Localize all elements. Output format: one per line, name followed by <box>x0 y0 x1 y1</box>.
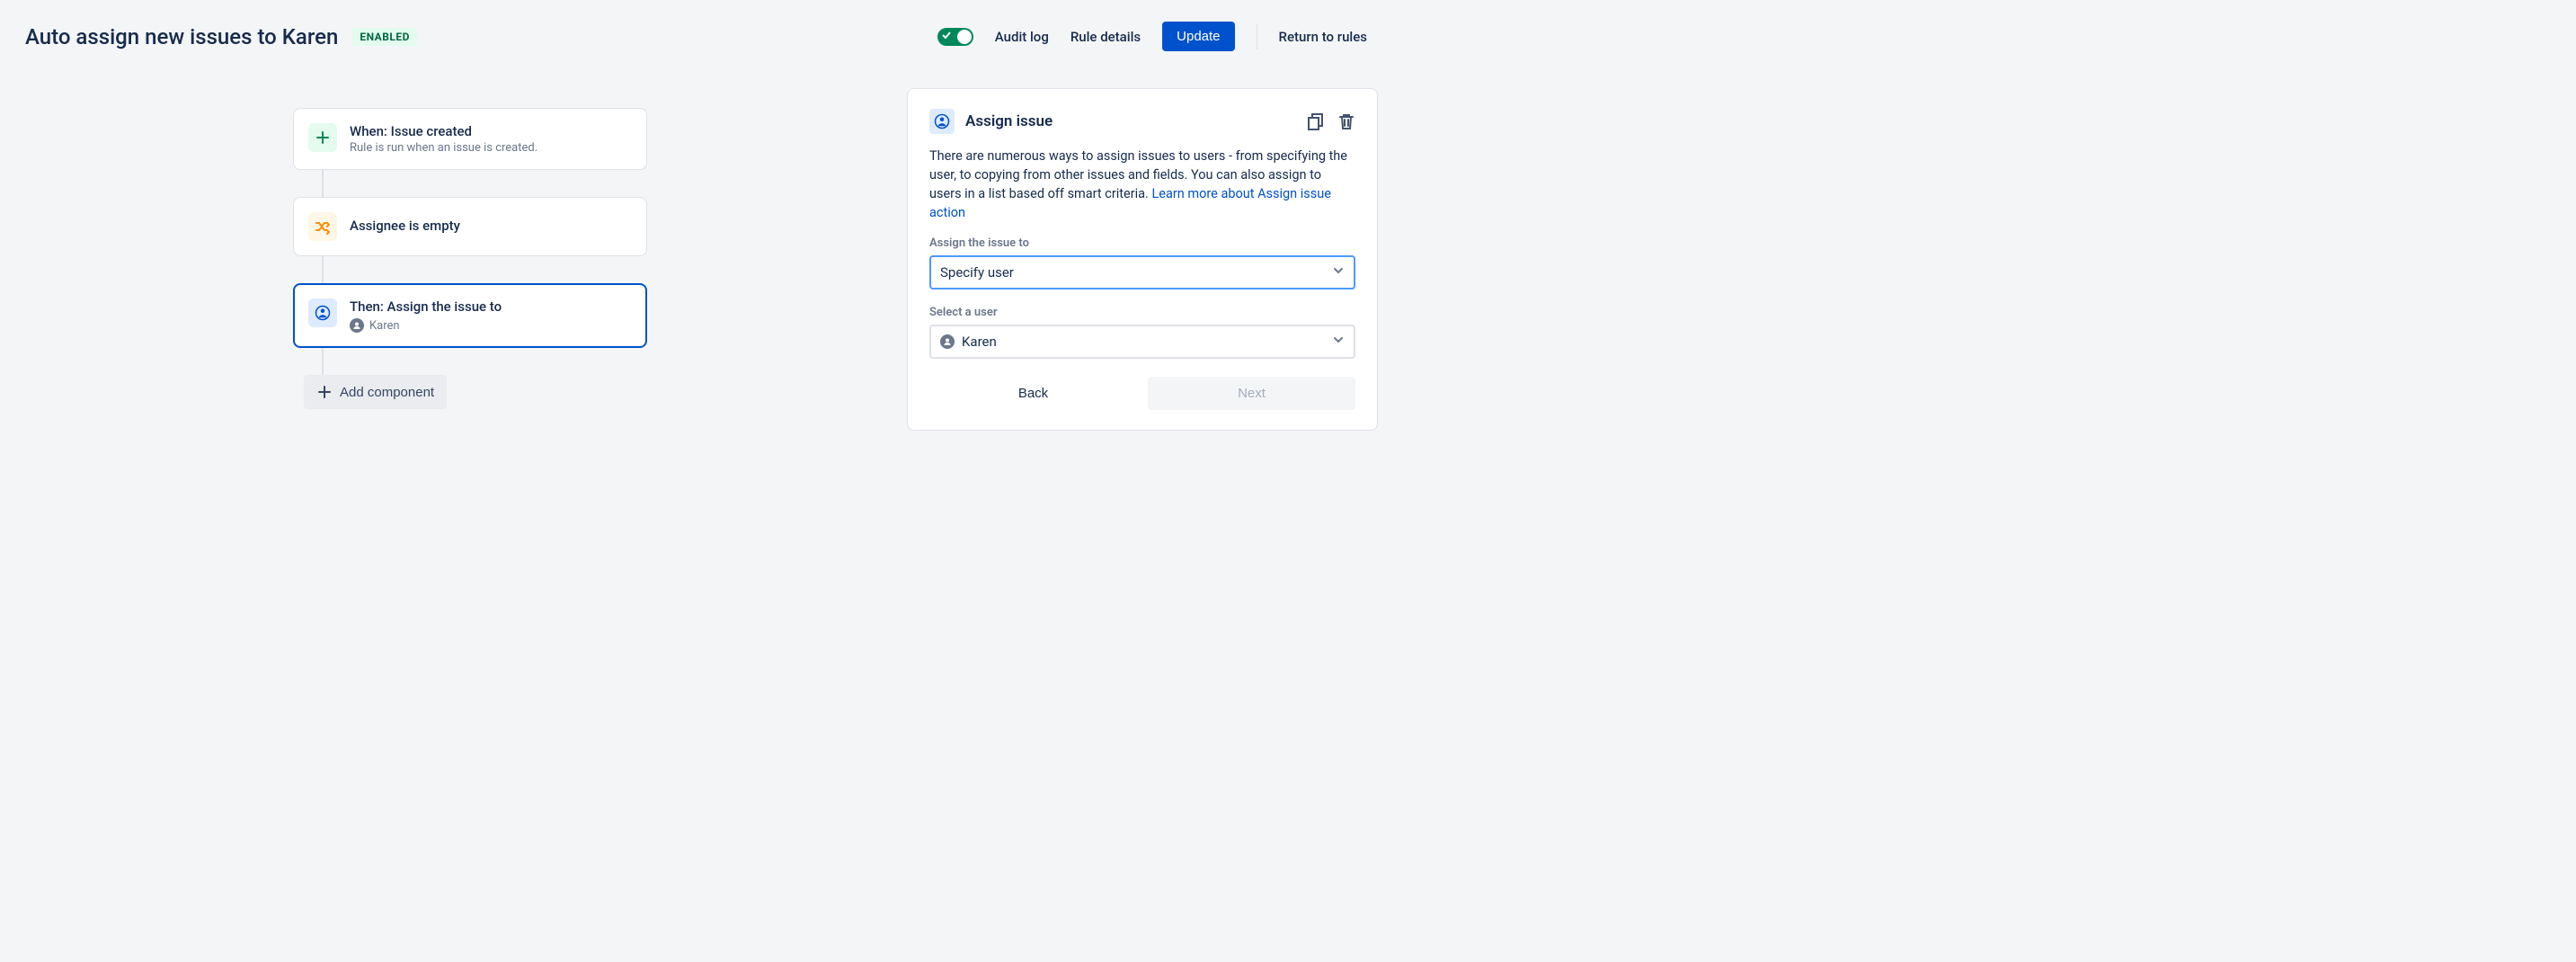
assign-to-field: Assign the issue to Specify user <box>929 236 1355 289</box>
shuffle-icon <box>308 212 337 241</box>
panel-header-left: Assign issue <box>929 109 1053 134</box>
assign-to-value: Specify user <box>940 264 1014 281</box>
action-title: Then: Assign the issue to <box>350 298 632 315</box>
panel-footer: Back Next <box>929 377 1355 410</box>
trigger-subtitle: Rule is run when an issue is created. <box>350 141 632 155</box>
back-button[interactable]: Back <box>929 377 1137 410</box>
action-user-name: Karen <box>369 319 400 333</box>
page-title: Auto assign new issues to Karen <box>25 24 338 49</box>
rule-enabled-toggle[interactable] <box>937 28 973 46</box>
header-right: Audit log Rule details Update Return to … <box>937 22 1367 51</box>
chevron-down-icon <box>1332 334 1345 350</box>
select-user-value: Karen <box>962 334 997 350</box>
person-icon <box>308 298 337 327</box>
panel-title: Assign issue <box>965 112 1053 130</box>
header-left: Auto assign new issues to Karen ENABLED <box>25 24 417 49</box>
avatar-icon <box>940 334 955 349</box>
rule-details-link[interactable]: Rule details <box>1070 29 1141 45</box>
header-bar: Auto assign new issues to Karen ENABLED … <box>0 0 1392 73</box>
plus-icon <box>316 384 333 400</box>
panel-header: Assign issue <box>929 109 1355 134</box>
select-user-label: Select a user <box>929 306 1355 319</box>
audit-log-link[interactable]: Audit log <box>995 29 1049 45</box>
update-button[interactable]: Update <box>1162 22 1234 51</box>
plus-icon <box>308 123 337 152</box>
trigger-title: When: Issue created <box>350 123 632 139</box>
toggle-knob <box>957 30 972 44</box>
condition-node[interactable]: Assignee is empty <box>293 197 647 256</box>
select-user-field: Select a user Karen <box>929 306 1355 359</box>
action-node[interactable]: Then: Assign the issue to Karen <box>293 283 647 348</box>
trash-icon[interactable] <box>1337 112 1355 130</box>
check-icon <box>942 31 951 42</box>
person-icon <box>929 109 955 134</box>
rule-flow: When: Issue created Rule is run when an … <box>293 108 647 409</box>
panel-description: There are numerous ways to assign issues… <box>929 147 1355 222</box>
config-panel: Assign issue There are numerous ways to … <box>907 88 1378 431</box>
add-component-button[interactable]: Add component <box>304 375 447 409</box>
node-body: When: Issue created Rule is run when an … <box>350 123 632 155</box>
next-button: Next <box>1148 377 1355 410</box>
node-body: Assignee is empty <box>350 212 632 234</box>
avatar-icon <box>350 318 364 333</box>
copy-icon[interactable] <box>1307 112 1325 130</box>
enabled-badge: ENABLED <box>352 28 417 46</box>
trigger-node[interactable]: When: Issue created Rule is run when an … <box>293 108 647 170</box>
assign-to-label: Assign the issue to <box>929 236 1355 250</box>
connector <box>322 256 324 283</box>
condition-title: Assignee is empty <box>350 212 632 234</box>
select-user-select[interactable]: Karen <box>929 325 1355 359</box>
action-user: Karen <box>350 318 632 333</box>
connector <box>322 348 324 375</box>
select-user-value-wrap: Karen <box>940 334 997 350</box>
connector <box>322 170 324 197</box>
chevron-down-icon <box>1332 264 1345 281</box>
panel-header-actions <box>1307 112 1355 130</box>
assign-to-select[interactable]: Specify user <box>929 255 1355 289</box>
return-to-rules-link[interactable]: Return to rules <box>1279 29 1367 45</box>
node-body: Then: Assign the issue to Karen <box>350 298 632 333</box>
add-component-label: Add component <box>340 385 434 400</box>
